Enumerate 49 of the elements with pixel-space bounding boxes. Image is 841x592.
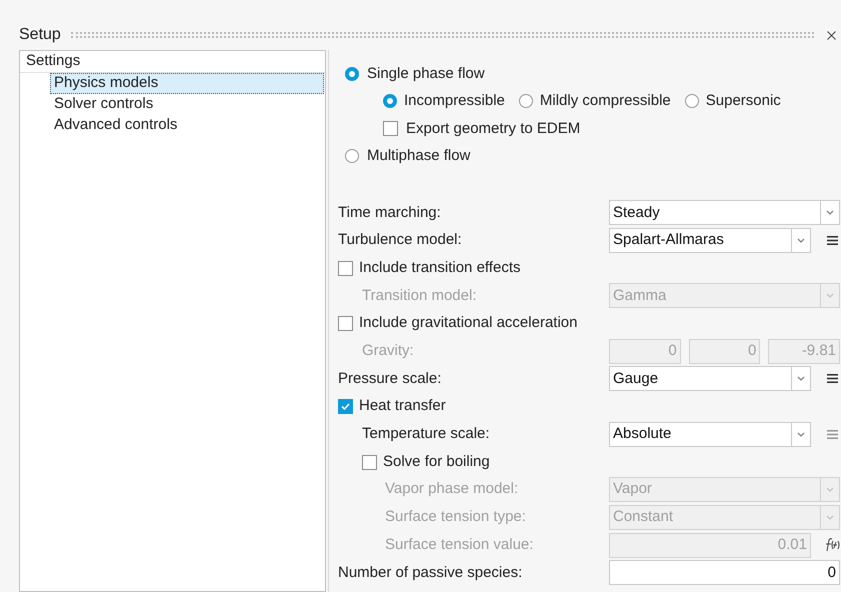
- gravity-field: 0: [688, 338, 760, 364]
- radio-label: Supersonic: [706, 91, 781, 111]
- checkbox-label: Include transition effects: [359, 258, 520, 278]
- checkbox[interactable]: [338, 316, 353, 332]
- caret-icon: [797, 432, 805, 437]
- checkbox-label: Export geometry to EDEM: [406, 118, 580, 138]
- field-label: Surface tension value:: [385, 534, 534, 555]
- radio-label: Incompressible: [404, 91, 505, 111]
- radio-button[interactable]: [345, 149, 359, 164]
- field-label: Surface tension type:: [385, 507, 527, 528]
- checkbox-label: Solve for boiling: [383, 452, 490, 472]
- menu-icon[interactable]: [827, 236, 838, 246]
- check-icon: [340, 401, 351, 412]
- checkbox[interactable]: [383, 121, 398, 136]
- radio-label: Multiphase flow: [367, 146, 470, 166]
- field-label: Pressure scale:: [338, 368, 442, 389]
- field-label: Temperature scale:: [362, 424, 491, 444]
- field-label: Turbulence model:: [338, 230, 463, 250]
- number-field[interactable]: 0: [609, 560, 840, 586]
- checkbox[interactable]: [338, 399, 353, 414]
- sidebar-item[interactable]: Solver controls: [50, 94, 324, 115]
- caret-icon: [797, 376, 805, 382]
- radio-button[interactable]: [518, 94, 533, 108]
- checkbox-label: Heat transfer: [359, 396, 446, 416]
- value-field: 0.01: [609, 532, 811, 558]
- radio-button[interactable]: [345, 66, 359, 81]
- radio-button[interactable]: [684, 94, 699, 108]
- caret-icon: [826, 487, 834, 492]
- field-label: Gravity:: [362, 341, 415, 362]
- menu-icon[interactable]: [827, 374, 838, 384]
- field-label: Time marching:: [338, 202, 442, 223]
- gravity-field: 0: [609, 338, 681, 364]
- window-title: Setup: [19, 25, 61, 45]
- gravity-field: -9.81: [768, 338, 840, 364]
- field-label: Number of passive species:: [338, 562, 524, 583]
- checkbox[interactable]: [362, 454, 377, 470]
- field-label: Transition model:: [362, 286, 478, 306]
- caret-icon: [826, 514, 834, 520]
- caret-icon: [797, 238, 805, 244]
- checkbox[interactable]: [338, 260, 353, 276]
- field-label: Vapor phase model:: [385, 479, 520, 500]
- radio-label: Single phase flow: [367, 64, 485, 84]
- radio-button[interactable]: [383, 94, 397, 108]
- caret-icon: [826, 293, 834, 298]
- radio-label: Mildly compressible: [540, 91, 671, 111]
- caret-icon: [826, 210, 834, 216]
- sidebar-item[interactable]: Advanced controls: [50, 115, 324, 136]
- sidebar-item[interactable]: Physics models: [50, 73, 324, 94]
- checkbox-label: Include gravitational acceleration: [359, 313, 578, 334]
